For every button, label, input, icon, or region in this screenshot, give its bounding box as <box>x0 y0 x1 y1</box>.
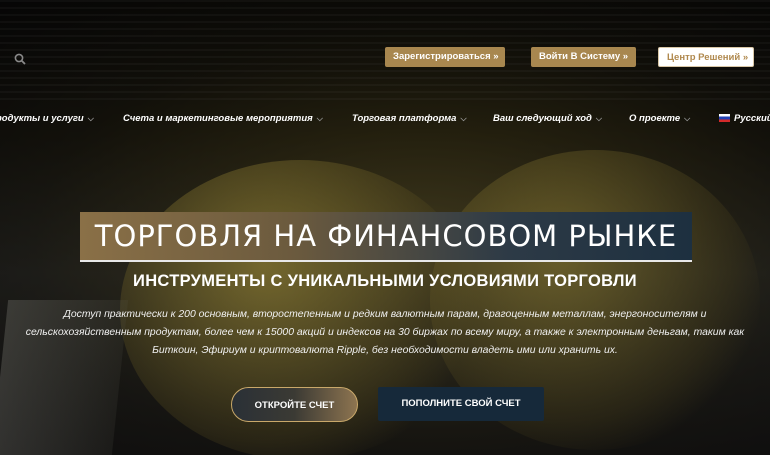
search-icon[interactable] <box>14 52 26 65</box>
nav-item-next-move[interactable]: Ваш следующий ход ⌵ <box>493 113 602 124</box>
chevron-down-icon: ⌵ <box>316 114 323 123</box>
main-nav: родукты и услуги ⌵ Счета и маркетинговые … <box>0 108 770 132</box>
register-button[interactable]: Зарегистрироваться » <box>385 47 505 67</box>
chevron-down-icon: ⌵ <box>595 114 602 123</box>
nav-item-label: О проекте <box>629 113 681 124</box>
login-button[interactable]: Войти В Систему » <box>531 47 636 67</box>
nav-item-products[interactable]: родукты и услуги ⌵ <box>0 113 94 124</box>
russia-flag-icon <box>719 114 730 122</box>
hero-subtitle: ИНСТРУМЕНТЫ С УНИКАЛЬНЫМИ УСЛОВИЯМИ ТОРГ… <box>133 272 637 290</box>
nav-item-label: Торговая платформа <box>352 113 457 124</box>
nav-item-label: Ваш следующий ход <box>493 113 592 124</box>
nav-item-about[interactable]: О проекте ⌵ <box>629 113 690 124</box>
solutions-center-button[interactable]: Центр Решений » <box>658 47 754 67</box>
nav-item-label: родукты и услуги <box>0 113 84 124</box>
nav-item-label: Счета и маркетинговые мероприятия <box>123 113 313 124</box>
chevron-down-icon: ⌵ <box>684 114 691 123</box>
chevron-down-icon: ⌵ <box>87 114 94 123</box>
nav-item-platform[interactable]: Торговая платформа ⌵ <box>352 113 467 124</box>
hero-description: Доступ практически к 200 основным, второ… <box>25 309 745 356</box>
deposit-account-button[interactable]: ПОПОЛНИТЕ СВОЙ СЧЕТ <box>378 387 544 421</box>
nav-item-language[interactable]: Русский <box>719 113 770 124</box>
open-account-button[interactable]: ОТКРОЙТЕ СЧЕТ <box>231 387 358 422</box>
nav-item-accounts[interactable]: Счета и маркетинговые мероприятия ⌵ <box>123 113 323 124</box>
chevron-down-icon: ⌵ <box>460 114 467 123</box>
hero-title: ТОРГОВЛЯ НА ФИНАНСОВОМ РЫНКЕ <box>94 219 678 253</box>
hero-title-banner: ТОРГОВЛЯ НА ФИНАНСОВОМ РЫНКЕ <box>80 212 692 262</box>
page: Зарегистрироваться » Войти В Систему » Ц… <box>0 0 770 455</box>
nav-item-label: Русский <box>734 113 770 124</box>
